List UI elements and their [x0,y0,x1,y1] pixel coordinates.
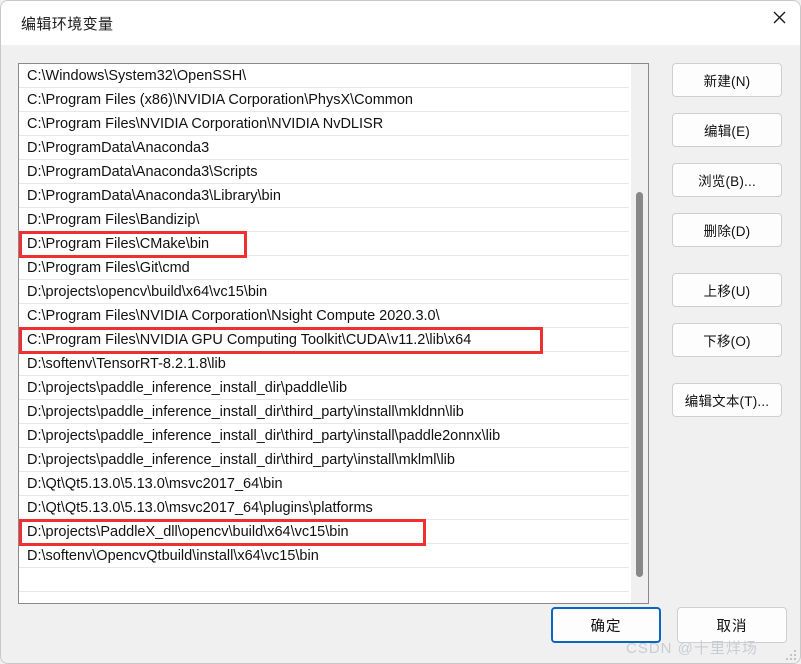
path-list-item[interactable]: C:\Program Files\NVIDIA GPU Computing To… [19,328,629,352]
path-list-item[interactable]: D:\Program Files\Git\cmd [19,256,629,280]
side-button-group: 新建(N) 编辑(E) 浏览(B)... 删除(D) 上移(U) 下移(O) 编… [672,63,782,433]
path-list-item[interactable] [19,568,629,592]
ok-button[interactable]: 确定 [551,607,661,643]
path-list-item[interactable]: D:\Program Files\Bandizip\ [19,208,629,232]
path-list-item[interactable]: C:\Program Files (x86)\NVIDIA Corporatio… [19,88,629,112]
path-list-item[interactable]: D:\ProgramData\Anaconda3 [19,136,629,160]
new-button[interactable]: 新建(N) [672,63,782,97]
resize-grip-icon[interactable] [784,648,796,660]
delete-button[interactable]: 删除(D) [672,213,782,247]
path-list-item[interactable]: D:\projects\paddle_inference_install_dir… [19,376,629,400]
vertical-scrollbar[interactable] [630,64,648,603]
path-list-item[interactable]: D:\projects\paddle_inference_install_dir… [19,424,629,448]
window-title: 编辑环境变量 [21,16,114,33]
path-list-item[interactable]: D:\projects\opencv\build\x64\vc15\bin [19,280,629,304]
move-up-button[interactable]: 上移(U) [672,273,782,307]
path-list-item[interactable]: D:\projects\PaddleX_dll\opencv\build\x64… [19,520,629,544]
path-list-item[interactable]: C:\Windows\System32\OpenSSH\ [19,64,629,88]
move-down-button[interactable]: 下移(O) [672,323,782,357]
edit-button[interactable]: 编辑(E) [672,113,782,147]
path-list-item[interactable]: D:\Qt\Qt5.13.0\5.13.0\msvc2017_64\bin [19,472,629,496]
path-list-item[interactable]: D:\ProgramData\Anaconda3\Library\bin [19,184,629,208]
dialog-action-buttons: 确定 取消 [551,607,787,647]
path-list-item[interactable]: D:\projects\paddle_inference_install_dir… [19,400,629,424]
path-list-item[interactable]: C:\Program Files\NVIDIA Corporation\Nsig… [19,304,629,328]
cancel-button[interactable]: 取消 [677,607,787,643]
title-bar: 编辑环境变量 [1,1,800,45]
close-icon[interactable] [756,1,800,33]
path-list-item[interactable]: D:\Program Files\CMake\bin [19,232,629,256]
edit-text-button[interactable]: 编辑文本(T)... [672,383,782,417]
browse-button[interactable]: 浏览(B)... [672,163,782,197]
scrollbar-thumb[interactable] [636,192,643,577]
path-list-item[interactable]: D:\Qt\Qt5.13.0\5.13.0\msvc2017_64\plugin… [19,496,629,520]
path-list[interactable]: C:\Windows\System32\OpenSSH\ C:\Program F… [18,63,649,604]
path-list-item[interactable]: C:\Program Files\NVIDIA Corporation\NVID… [19,112,629,136]
close-glyph [773,11,785,23]
path-list-rows: C:\Windows\System32\OpenSSH\ C:\Program F… [19,64,629,603]
path-list-item[interactable]: D:\softenv\OpencvQtbuild\install\x64\vc1… [19,544,629,568]
path-list-item[interactable]: D:\projects\paddle_inference_install_dir… [19,448,629,472]
edit-environment-variable-dialog: 编辑环境变量 C:\Windows\System32\OpenSSH\ C:\Pr… [0,0,801,664]
path-list-item[interactable]: D:\ProgramData\Anaconda3\Scripts [19,160,629,184]
dialog-body: C:\Windows\System32\OpenSSH\ C:\Program F… [1,45,800,663]
path-list-item[interactable]: D:\softenv\TensorRT-8.2.1.8\lib [19,352,629,376]
